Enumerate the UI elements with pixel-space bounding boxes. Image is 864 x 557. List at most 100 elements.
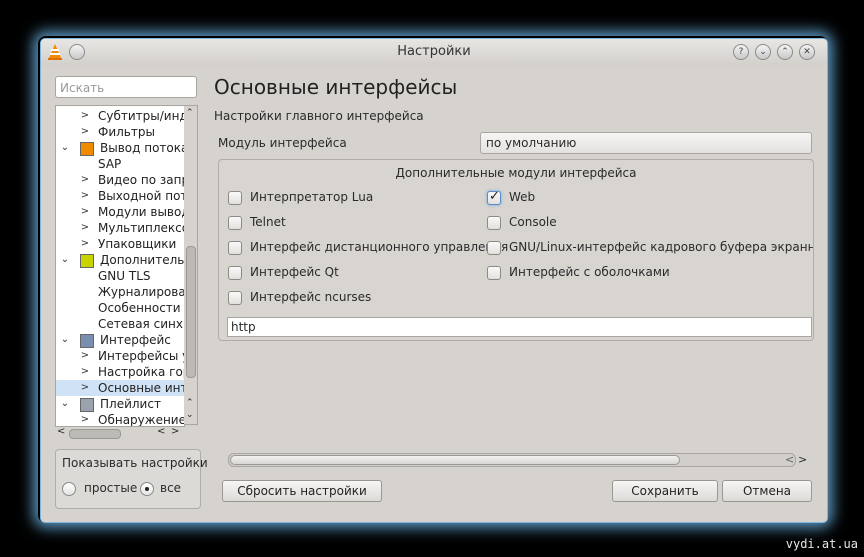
tree-item-label: Интерфейсы уп [98,349,184,363]
expand-arrow-icon[interactable]: > [80,124,90,140]
tree-item[interactable]: > Видео по запро [56,172,184,188]
tree-item-label: Фильтры [98,125,155,139]
cancel-button[interactable]: Отмена [722,480,812,502]
scroll-right-icon[interactable]: > [171,426,179,437]
module-checkbox[interactable] [228,191,242,205]
stream-output-icon [80,142,94,156]
expand-arrow-icon[interactable]: > [80,188,90,204]
module-checkbox-label: Интерпретатор Lua [250,190,374,204]
tree-item[interactable]: ⌄ Интерфейс [56,332,184,348]
window-title: Настройки [397,44,471,59]
tree-item[interactable]: Особенности С [56,300,184,316]
extra-modules-group: Дополнительные модули интерфейса Интерпр… [218,159,814,341]
module-checkbox[interactable] [228,241,242,255]
tree-vertical-scrollbar[interactable]: ⌃ ⌃ ⌄ [184,105,198,425]
scroll-left-icon[interactable]: < [157,426,165,437]
tree-horizontal-scrollbar[interactable]: < < > [55,426,183,441]
tree-item[interactable]: > Субтитры/инди [56,108,184,124]
collapse-arrow-icon[interactable]: ⌄ [60,140,70,156]
tree-item[interactable]: Сетевая синхро [56,316,184,332]
preferences-window: Настройки ? ⌄ ⌃ ✕ Искать >Субтитры/инди>… [40,38,828,523]
expand-arrow-icon[interactable]: > [80,380,90,396]
scroll-left-icon[interactable]: < [57,426,65,437]
tree-item[interactable]: > Выходной пото [56,188,184,204]
tree-item-label: Мультиплексор [98,221,184,235]
collapse-arrow-icon[interactable]: ⌄ [60,252,70,268]
module-checkbox-label: Интерфейс Qt [250,265,339,279]
expand-arrow-icon[interactable]: > [80,172,90,188]
tree-item[interactable]: > Упаковщики [56,236,184,252]
scroll-right-icon[interactable]: > [798,453,807,466]
tree-item-label: Модули вывод [98,205,185,219]
tree-item-label: Особенности С [98,301,185,315]
module-checkbox[interactable] [228,216,242,230]
expand-arrow-icon[interactable]: > [80,220,90,236]
scroll-up-icon[interactable]: ⌃ [186,108,194,118]
help-button[interactable]: ? [733,44,749,60]
tree-item-label: Обнаружение с [98,413,185,427]
panel-horizontal-scrollbar[interactable] [228,453,796,467]
tree-item-label: Сетевая синхро [98,317,184,331]
tree-item[interactable]: ⌄ Дополнительн [56,252,184,268]
close-button[interactable]: ✕ [799,44,815,60]
tree-item[interactable]: > Основные инте [56,380,184,396]
module-checkbox[interactable] [228,266,242,280]
tree-item-label: Упаковщики [98,237,177,251]
extra-modules-title: Дополнительные модули интерфейса [395,166,637,180]
module-checkbox[interactable] [487,266,501,280]
tree-item[interactable]: SAP [56,156,184,172]
module-checkbox[interactable] [487,241,501,255]
tree-item[interactable]: > Интерфейсы уп [56,348,184,364]
tree-item[interactable]: ⌄ Вывод потока [56,140,184,156]
tree-item-label: Вывод потока [100,141,185,155]
expand-arrow-icon[interactable]: > [80,412,90,426]
tree-hscroll-thumb[interactable] [69,429,121,439]
tree-item[interactable]: > Мультиплексор [56,220,184,236]
all-radio-label: все [160,481,182,495]
collapse-arrow-icon[interactable]: ⌄ [60,332,70,348]
tree-item-label: GNU TLS [98,269,151,283]
expand-arrow-icon[interactable]: > [80,108,90,124]
save-button[interactable]: Сохранить [612,480,718,502]
page-title: Основные интерфейсы [214,75,458,99]
module-checkbox[interactable]: ✓ [487,189,501,205]
watermark: vydi.at.ua [785,537,858,551]
tree-item[interactable]: Журналирован [56,284,184,300]
simple-radio[interactable] [62,482,76,496]
search-input[interactable]: Искать [55,76,197,98]
tree-item[interactable]: > Модули вывод [56,204,184,220]
interface-module-select[interactable]: по умолчанию [480,132,812,154]
modules-text-field[interactable]: http [227,317,812,337]
collapse-arrow-icon[interactable]: ⌄ [60,396,70,412]
tree-item-label: Выходной пото [98,189,184,203]
module-checkbox[interactable] [487,216,501,230]
module-checkbox-label: Интерфейс дистанционного управления [250,240,509,254]
tree-item[interactable]: > Фильтры [56,124,184,140]
tree-item-label: Настройка горя [98,365,184,379]
expand-arrow-icon[interactable]: > [80,364,90,380]
expand-arrow-icon[interactable]: > [80,236,90,252]
maximize-button[interactable]: ⌃ [777,44,793,60]
panel-hscroll-thumb[interactable] [230,455,680,465]
module-checkbox-label: Web [509,190,536,204]
tree-item[interactable]: > Обнаружение с [56,412,185,427]
tree-scroll-thumb[interactable] [186,246,196,378]
simple-radio-label: простые [84,481,138,495]
minimize-button[interactable]: ⌄ [755,44,771,60]
scroll-left-icon[interactable]: < [785,453,794,466]
playlist-icon [80,398,94,412]
scroll-down-icon[interactable]: ⌄ [186,410,194,420]
chip-icon [80,254,94,268]
module-checkbox[interactable] [228,291,242,305]
expand-arrow-icon[interactable]: > [80,204,90,220]
tree-item[interactable]: ⌄ Плейлист [56,396,184,412]
reset-settings-button[interactable]: Сбросить настройки [222,480,382,502]
tree-item[interactable]: GNU TLS [56,268,184,284]
tree-item[interactable]: > Настройка горя [56,364,184,380]
expand-arrow-icon[interactable]: > [80,348,90,364]
all-radio[interactable] [140,482,154,496]
tree-item-label: Видео по запро [98,173,184,187]
tree-item-label: Субтитры/инди [98,109,184,123]
module-checkbox-label: Интерфейс ncurses [250,290,372,304]
scroll-up-icon[interactable]: ⌃ [186,398,194,408]
